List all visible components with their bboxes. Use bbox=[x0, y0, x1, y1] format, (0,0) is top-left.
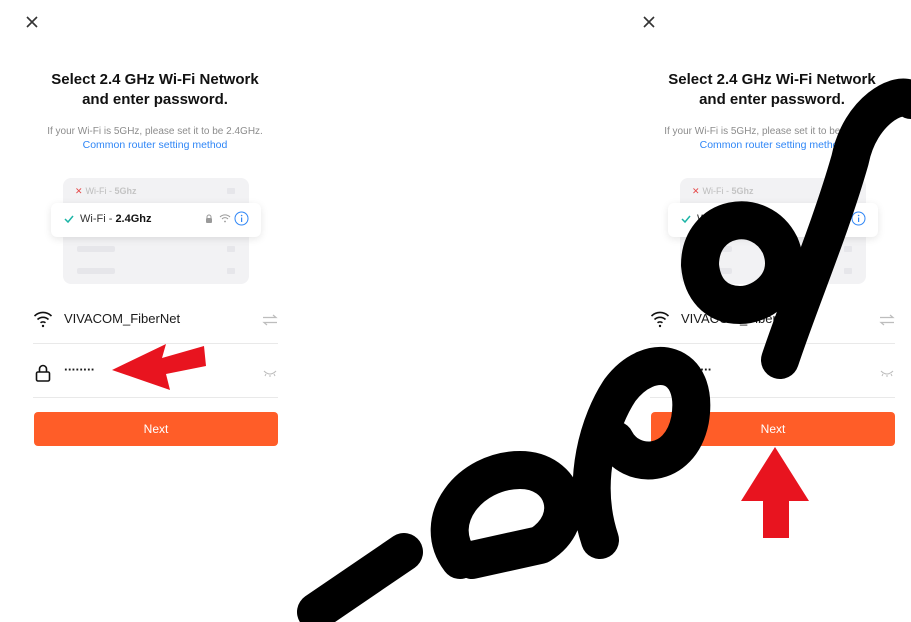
placeholder-bar bbox=[694, 246, 732, 252]
wifi-icon bbox=[650, 311, 670, 328]
close-icon[interactable] bbox=[639, 12, 659, 32]
page-title: Select 2.4 GHz Wi-Fi Network and enter p… bbox=[0, 70, 310, 110]
check-icon bbox=[64, 215, 74, 224]
x-icon: ✕ bbox=[692, 186, 700, 196]
title-line-2: and enter password. bbox=[82, 91, 228, 108]
title-line-2: and enter password. bbox=[699, 91, 845, 108]
router-setting-link[interactable]: Common router setting method bbox=[617, 138, 911, 152]
password-field[interactable]: ········ bbox=[681, 362, 712, 377]
wifi-icon bbox=[836, 214, 848, 223]
placeholder-square bbox=[844, 246, 852, 252]
lock-icon bbox=[823, 214, 829, 223]
check-icon bbox=[681, 215, 691, 224]
eye-closed-icon[interactable] bbox=[262, 368, 278, 378]
subtitle: If your Wi-Fi is 5GHz, please set it to … bbox=[664, 126, 880, 137]
title-line-1: Select 2.4 GHz Wi-Fi Network bbox=[51, 71, 259, 88]
setup-panel-left: Select 2.4 GHz Wi-Fi Network and enter p… bbox=[0, 0, 307, 622]
router-setting-link[interactable]: Common router setting method bbox=[0, 138, 310, 152]
illustration-row-5ghz: ✕ Wi-Fi - 5Ghz bbox=[692, 186, 754, 196]
placeholder-square bbox=[227, 268, 235, 274]
subtitle: If your Wi-Fi is 5GHz, please set it to … bbox=[47, 126, 263, 137]
annotation-arrow-up bbox=[741, 447, 809, 538]
swap-icon[interactable] bbox=[262, 314, 278, 326]
x-icon: ✕ bbox=[75, 186, 83, 196]
placeholder-square bbox=[844, 268, 852, 274]
swap-icon[interactable] bbox=[879, 314, 895, 326]
eye-closed-icon[interactable] bbox=[879, 368, 895, 378]
wifi-icon bbox=[33, 311, 53, 328]
wifi-icon bbox=[219, 214, 231, 223]
info-icon[interactable] bbox=[234, 211, 249, 226]
annotation-arrow-left bbox=[112, 344, 206, 390]
ssid-row[interactable]: VIVACOM_FiberNet bbox=[650, 297, 895, 344]
lock-icon bbox=[652, 364, 668, 382]
placeholder-bar bbox=[77, 246, 115, 252]
title-line-1: Select 2.4 GHz Wi-Fi Network bbox=[668, 71, 876, 88]
lock-icon bbox=[206, 214, 212, 223]
next-button[interactable]: Next bbox=[651, 412, 895, 446]
next-button[interactable]: Next bbox=[34, 412, 278, 446]
placeholder-square bbox=[227, 246, 235, 252]
ssid-value: VIVACOM_FiberNet bbox=[64, 311, 181, 326]
illustration-row-24ghz: Wi-Fi - 2.4Ghz bbox=[668, 203, 878, 237]
page-title: Select 2.4 GHz Wi-Fi Network and enter p… bbox=[617, 70, 911, 110]
placeholder-bar bbox=[694, 268, 732, 274]
password-field[interactable]: ········ bbox=[64, 362, 95, 377]
placeholder-square bbox=[227, 188, 235, 194]
ssid-value: VIVACOM_FiberNet bbox=[681, 311, 798, 326]
illustration-row-24ghz: Wi-Fi - 2.4Ghz bbox=[51, 203, 261, 237]
placeholder-bar bbox=[77, 268, 115, 274]
placeholder-square bbox=[844, 188, 852, 194]
close-icon[interactable] bbox=[22, 12, 42, 32]
lock-icon bbox=[35, 364, 51, 382]
info-icon[interactable] bbox=[851, 211, 866, 226]
illustration-row-5ghz: ✕ Wi-Fi - 5Ghz bbox=[75, 186, 137, 196]
password-row[interactable]: ········ bbox=[650, 351, 895, 398]
